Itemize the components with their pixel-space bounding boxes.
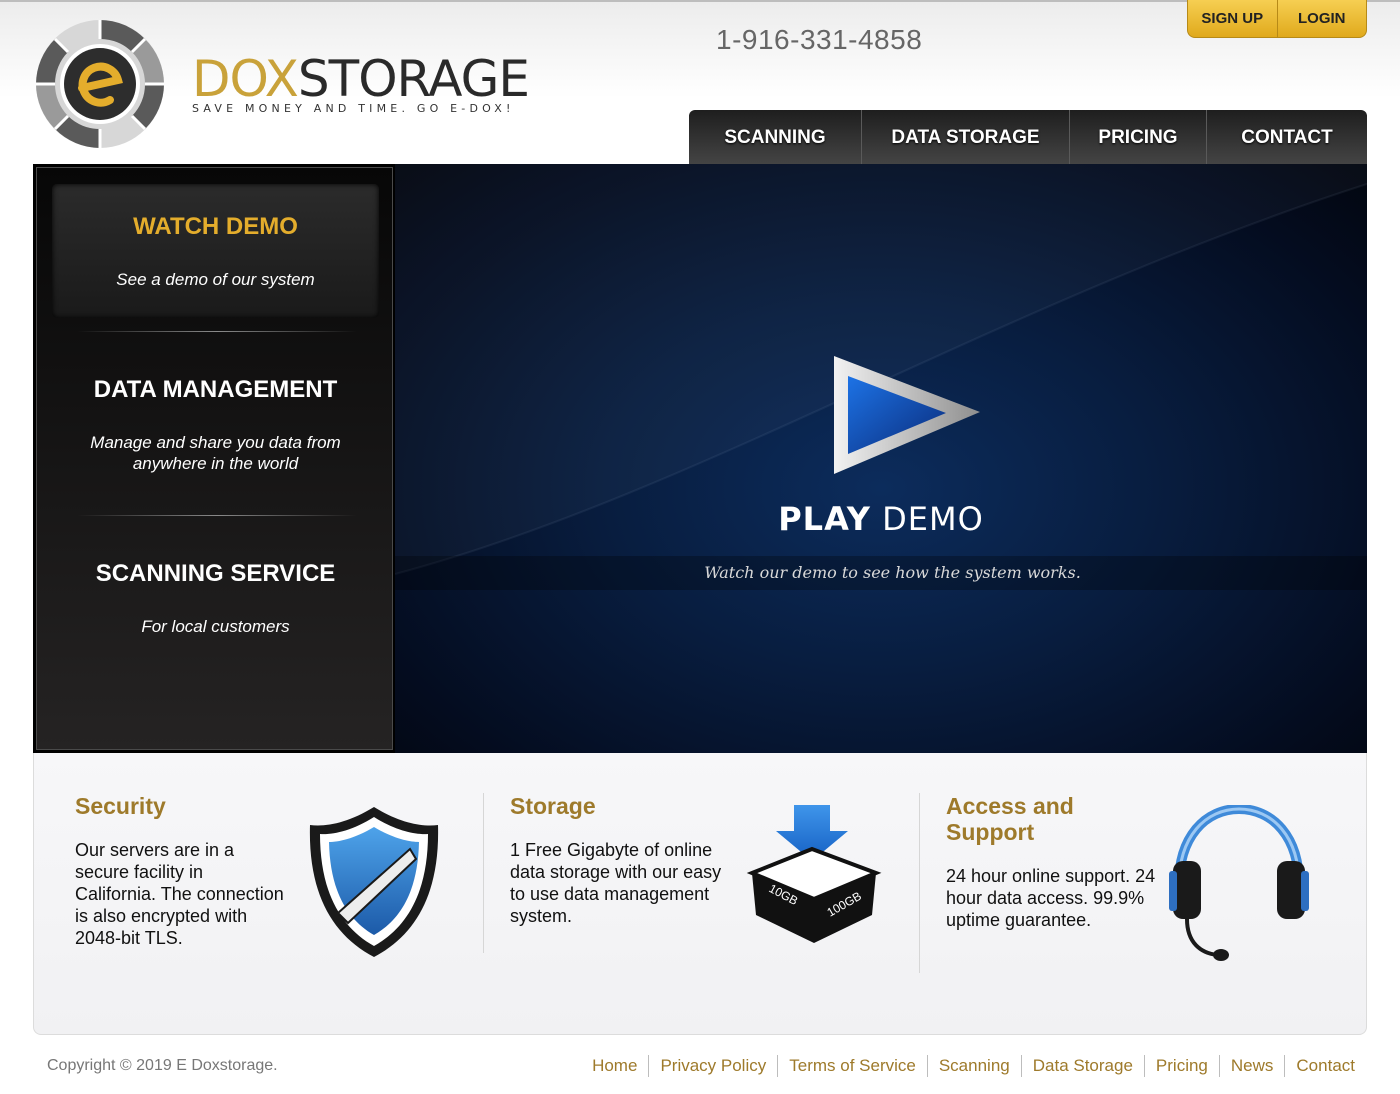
shield-icon xyxy=(309,807,439,957)
feature-title: Storage xyxy=(510,793,596,819)
sidebar-item-title: DATA MANAGEMENT xyxy=(93,376,338,403)
brand-name-dox: DOX xyxy=(192,50,299,108)
brand-name-storage: STORAGE xyxy=(297,50,530,108)
nav-contact[interactable]: CONTACT xyxy=(1206,110,1367,165)
feature-access-support: Access and Support 24 hour online suppor… xyxy=(946,793,1156,931)
sidebar-item-subtitle: Manage and share you data from anywhere … xyxy=(90,433,341,473)
footer-links: Home Privacy Policy Terms of Service Sca… xyxy=(581,1055,1366,1077)
demo-video-stage[interactable]: PLAY DEMO Watch our demo to see how the … xyxy=(395,164,1367,753)
sidebar-divider xyxy=(77,515,357,516)
features-section: Security Our servers are in a secure fac… xyxy=(33,753,1367,1035)
footer-link-scanning[interactable]: Scanning xyxy=(928,1056,1021,1076)
feature-body: 1 Free Gigabyte of online data storage w… xyxy=(510,840,722,926)
feature-divider xyxy=(919,793,920,973)
auth-bar: SIGN UP LOGIN xyxy=(1187,0,1367,38)
nav-scanning[interactable]: SCANNING xyxy=(689,110,861,165)
feature-divider xyxy=(483,793,484,953)
headset-icon xyxy=(1169,805,1309,961)
sign-up-button[interactable]: SIGN UP xyxy=(1188,0,1277,37)
play-demo-label-bold: PLAY xyxy=(778,500,871,538)
footer-link-terms-of-service[interactable]: Terms of Service xyxy=(778,1056,927,1076)
play-icon[interactable] xyxy=(832,356,982,476)
feature-body: 24 hour online support. 24 hour data acc… xyxy=(946,866,1156,930)
footer-link-data-storage[interactable]: Data Storage xyxy=(1022,1056,1144,1076)
footer-link-home[interactable]: Home xyxy=(581,1056,648,1076)
nav-data-storage[interactable]: DATA STORAGE xyxy=(861,110,1069,165)
brand[interactable]: DOXSTORAGE SAVE MONEY AND TIME. GO E-DOX… xyxy=(192,50,530,115)
play-demo-label[interactable]: PLAY DEMO xyxy=(395,500,1367,538)
login-button[interactable]: LOGIN xyxy=(1276,0,1367,37)
feature-security: Security Our servers are in a secure fac… xyxy=(75,793,285,949)
logo-icon[interactable] xyxy=(30,16,170,152)
sidebar-item-scanning-service[interactable]: SCANNING SERVICE For local customers xyxy=(52,547,379,637)
feature-title: Security xyxy=(75,793,166,819)
main-nav: SCANNING DATA STORAGE PRICING CONTACT xyxy=(689,110,1367,165)
sidebar-item-watch-demo[interactable]: WATCH DEMO See a demo of our system xyxy=(52,184,379,318)
sidebar-item-title: SCANNING SERVICE xyxy=(95,560,336,587)
brand-name: DOXSTORAGE xyxy=(192,50,530,108)
hero-section: WATCH DEMO See a demo of our system DATA… xyxy=(33,164,1367,753)
phone-number: 1-916-331-4858 xyxy=(716,24,923,55)
feature-storage: Storage 1 Free Gigabyte of online data s… xyxy=(510,793,740,927)
feature-body: Our servers are in a secure facility in … xyxy=(75,840,284,948)
sidebar-item-subtitle: See a demo of our system xyxy=(116,270,315,289)
demo-caption: Watch our demo to see how the system wor… xyxy=(704,563,1081,582)
footer-link-privacy-policy[interactable]: Privacy Policy xyxy=(649,1056,777,1076)
storage-box-icon: 10GB 100GB xyxy=(746,805,882,943)
play-demo-label-light: DEMO xyxy=(882,500,984,538)
footer-link-news[interactable]: News xyxy=(1220,1056,1285,1076)
sidebar-item-title: WATCH DEMO xyxy=(133,213,298,240)
copyright-text: Copyright © 2019 E Doxstorage. xyxy=(47,1057,278,1074)
nav-pricing[interactable]: PRICING xyxy=(1069,110,1206,165)
feature-title: Access and Support xyxy=(946,793,1074,845)
footer-link-pricing[interactable]: Pricing xyxy=(1145,1056,1219,1076)
footer-link-contact[interactable]: Contact xyxy=(1285,1056,1366,1076)
sidebar-divider xyxy=(77,331,357,332)
sidebar-item-subtitle: For local customers xyxy=(141,617,290,636)
sidebar-item-data-management[interactable]: DATA MANAGEMENT Manage and share you dat… xyxy=(52,364,379,474)
brand-tagline: SAVE MONEY AND TIME. GO E-DOX! xyxy=(192,102,515,115)
hero-sidebar: WATCH DEMO See a demo of our system DATA… xyxy=(36,167,393,750)
